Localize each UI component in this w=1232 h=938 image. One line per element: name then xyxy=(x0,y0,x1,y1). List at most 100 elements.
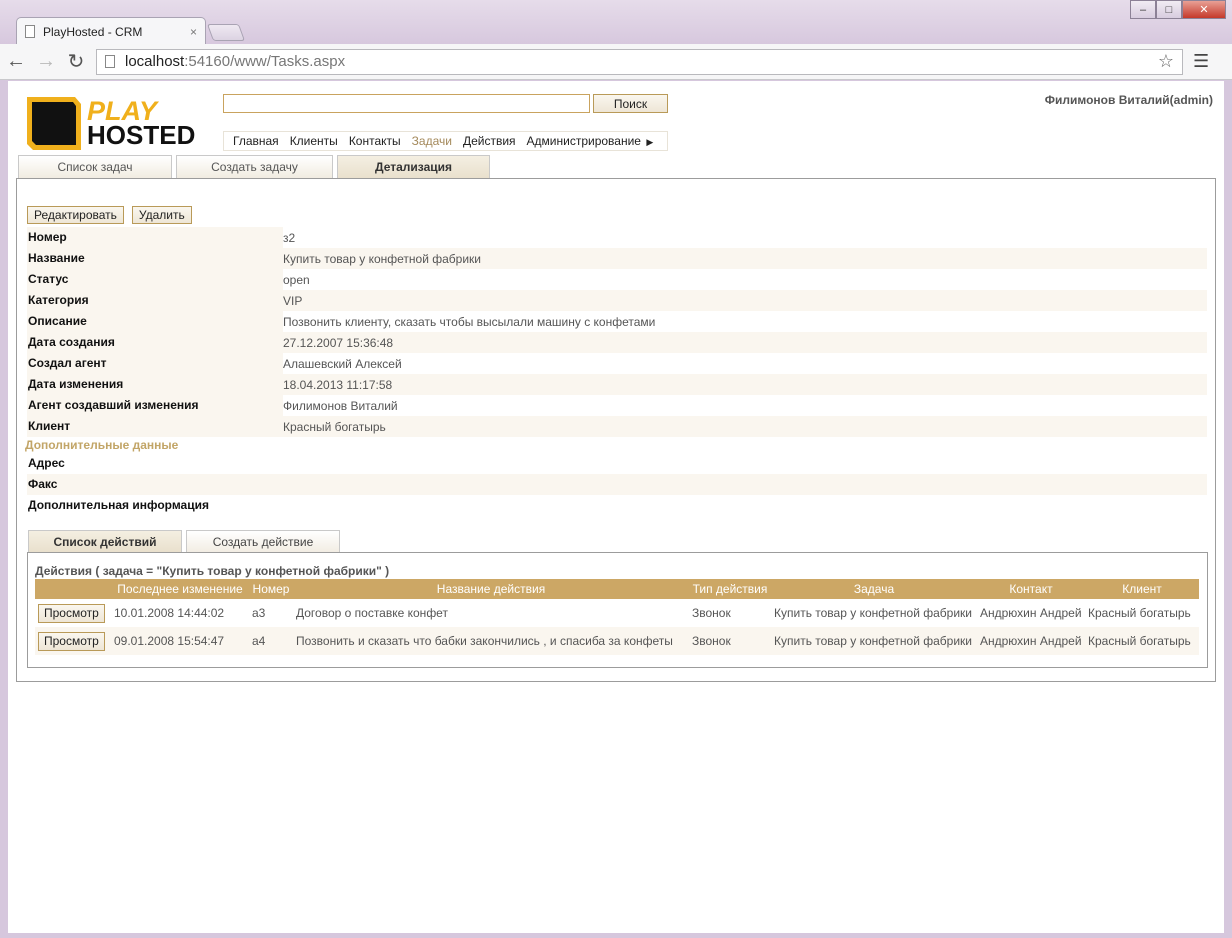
view-button[interactable]: Просмотр xyxy=(38,631,105,651)
current-user: Филимонов Виталий(admin) xyxy=(1044,93,1213,107)
address-bar[interactable]: localhost:54160/www/Tasks.aspx ☆ xyxy=(96,48,1183,75)
cell-task: Купить товар у конфетной фабрики xyxy=(774,606,972,620)
table-header-row: Последнее изменение Номер Название дейст… xyxy=(35,579,1199,599)
detail-value: Алашевский Алексей xyxy=(283,356,402,371)
cell-number: а4 xyxy=(249,627,293,655)
menu-item-tasks[interactable]: Задачи xyxy=(412,134,452,148)
view-cell: Просмотр xyxy=(35,599,111,627)
detail-row: Описание Позвонить клиенту, сказать чтобы… xyxy=(27,311,1207,332)
detail-row: Категория VIP xyxy=(27,290,1207,311)
tab-close-icon[interactable]: × xyxy=(190,25,197,39)
detail-label: Статус xyxy=(27,269,283,290)
tab-title: PlayHosted - CRM xyxy=(43,24,143,39)
detail-row: Факс xyxy=(27,474,1207,495)
cell-client: Красный богатырь xyxy=(1088,606,1191,620)
details-panel: Редактировать Удалить Номер з2 Название Ку… xyxy=(16,178,1216,682)
cell-changed: 09.01.2008 15:54:47 xyxy=(111,627,249,655)
page-tabs: Список задач Создать задачу Детализация xyxy=(18,155,494,178)
detail-label: Дата создания xyxy=(27,332,283,353)
table-row: Просмотр 10.01.2008 14:44:02 а3 Договор … xyxy=(35,599,1199,627)
column-header: Тип действия xyxy=(689,579,771,599)
action-buttons: Редактировать Удалить xyxy=(27,206,200,224)
table-row: Просмотр 09.01.2008 15:54:47 а4 Позвонит… xyxy=(35,627,1199,655)
detail-row: Дата создания 27.12.2007 15:36:48 xyxy=(27,332,1207,353)
detail-label: Описание xyxy=(27,311,283,332)
detail-label: Название xyxy=(27,248,283,269)
detail-label: Дополнительная информация xyxy=(27,495,283,516)
search-button[interactable]: Поиск xyxy=(593,94,668,113)
delete-button[interactable]: Удалить xyxy=(131,206,192,224)
detail-row: Название Купить товар у конфетной фабрики xyxy=(27,248,1207,269)
search-input[interactable] xyxy=(223,94,590,113)
detail-value: Позвонить клиенту, сказать чтобы высылал… xyxy=(283,314,656,329)
cell-number: а3 xyxy=(252,606,266,620)
reload-icon[interactable]: ↻ xyxy=(62,48,90,76)
cell-contact: Андрюхин Андрей xyxy=(977,627,1085,655)
minimize-icon[interactable]: – xyxy=(1130,0,1156,19)
detail-value: Красный богатырь xyxy=(283,419,386,434)
url-path: :54160/www/Tasks.aspx xyxy=(184,53,346,70)
page-icon xyxy=(25,25,35,38)
cell-client: Красный богатырь xyxy=(1085,627,1199,655)
detail-label: Категория xyxy=(27,290,283,311)
menu-item-home[interactable]: Главная xyxy=(233,134,279,148)
close-icon[interactable]: ✕ xyxy=(1182,0,1226,19)
menu-item-contacts[interactable]: Контакты xyxy=(349,134,401,148)
column-header: Задача xyxy=(771,579,977,599)
logo-text-hosted: HOSTED xyxy=(87,120,195,150)
detail-label: Факс xyxy=(27,474,283,495)
playhosted-logo: PLAY HOSTED xyxy=(27,96,195,150)
detail-row: Статус open xyxy=(27,269,1207,290)
tab-task-list[interactable]: Список задач xyxy=(18,155,172,178)
cell-name: Позвонить и сказать что бабки закончилис… xyxy=(293,627,689,655)
detail-label: Номер xyxy=(27,227,283,248)
column-header: Клиент xyxy=(1085,579,1199,599)
detail-value: Филимонов Виталий xyxy=(283,398,398,413)
maximize-icon[interactable]: □ xyxy=(1156,0,1182,19)
detail-label: Агент создавший изменения xyxy=(27,395,283,416)
detail-value: VIP xyxy=(283,293,303,308)
forward-icon[interactable]: → xyxy=(32,48,60,76)
detail-row: Номер з2 xyxy=(27,227,1207,248)
menu-item-actions[interactable]: Действия xyxy=(463,134,516,148)
view-cell: Просмотр xyxy=(35,627,111,655)
page-viewport: PLAY HOSTED Поиск Филимонов Виталий(admi… xyxy=(8,81,1224,933)
detail-value: 27.12.2007 15:36:48 xyxy=(283,335,394,350)
action-tabs: Список действий Создать действие xyxy=(28,530,344,552)
back-icon[interactable]: ← xyxy=(2,48,30,76)
view-button[interactable]: Просмотр xyxy=(38,603,105,623)
new-tab-button[interactable] xyxy=(206,24,246,41)
cell-contact: Андрюхин Андрей xyxy=(980,606,1082,620)
detail-row: Агент создавший изменения Филимонов Витал… xyxy=(27,395,1207,416)
browser-tab[interactable]: PlayHosted - CRM × xyxy=(16,17,206,45)
detail-value: 18.04.2013 11:17:58 xyxy=(283,377,393,392)
column-header: Название действия xyxy=(293,579,689,599)
bookmark-star-icon[interactable]: ☆ xyxy=(1158,51,1174,72)
detail-value: Купить товар у конфетной фабрики xyxy=(283,251,481,266)
detail-label: Адрес xyxy=(27,453,283,474)
submenu-arrow-icon: ▶ xyxy=(646,137,654,147)
menu-item-admin-label: Администрирование xyxy=(526,134,641,148)
detail-value: open xyxy=(283,272,310,287)
detail-row: Клиент Красный богатырь xyxy=(27,416,1207,437)
menu-item-clients[interactable]: Клиенты xyxy=(290,134,338,148)
detail-row: Создал агент Алашевский Алексей xyxy=(27,353,1207,374)
browser-menu-icon[interactable]: ☰ xyxy=(1193,51,1209,72)
cell-task: Купить товар у конфетной фабрики xyxy=(771,627,977,655)
tab-action-list[interactable]: Список действий xyxy=(28,530,182,552)
detail-label: Клиент xyxy=(27,416,283,437)
tab-create-action[interactable]: Создать действие xyxy=(186,530,340,552)
edit-button[interactable]: Редактировать xyxy=(27,206,124,224)
tab-details[interactable]: Детализация xyxy=(337,155,490,178)
tab-create-task[interactable]: Создать задачу xyxy=(176,155,333,178)
actions-panel: Действия ( задача = "Купить товар у конф… xyxy=(27,552,1208,668)
page-icon xyxy=(105,55,115,68)
menu-item-admin[interactable]: Администрирование ▶ xyxy=(527,134,654,148)
extra-data-title: Дополнительные данные xyxy=(25,438,179,452)
detail-row: Дата изменения 18.04.2013 11:17:58 xyxy=(27,374,1207,395)
column-header: Последнее изменение xyxy=(111,579,249,599)
detail-row: Адрес xyxy=(27,453,1207,474)
task-details: Номер з2 Название Купить товар у конфетной… xyxy=(25,227,1207,516)
column-header: Номер xyxy=(249,579,293,599)
detail-value: з2 xyxy=(283,230,296,245)
